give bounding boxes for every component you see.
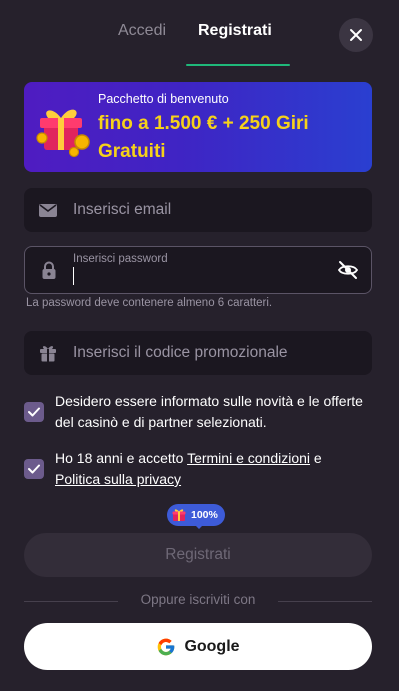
close-icon bbox=[350, 29, 362, 41]
tab-login[interactable]: Accedi bbox=[118, 22, 166, 40]
banner-title: fino a 1.500 € + 250 Giri Gratuiti bbox=[98, 113, 309, 162]
password-field[interactable]: Inserisci password bbox=[24, 246, 372, 294]
welcome-banner[interactable]: Pacchetto di benvenuto fino a 1.500 € + … bbox=[24, 82, 372, 172]
text-caret bbox=[73, 267, 74, 285]
check-icon bbox=[28, 464, 40, 474]
tab-register[interactable]: Registrati bbox=[198, 22, 272, 40]
bonus-badge-text: 100% bbox=[191, 509, 218, 521]
terms-link[interactable]: Termini e condizioni bbox=[187, 450, 310, 466]
active-tab-indicator bbox=[186, 64, 290, 66]
divider-text: Oppure iscriviti con bbox=[140, 592, 256, 607]
terms-prefix: Ho 18 anni e accetto bbox=[55, 450, 188, 466]
email-placeholder: Inserisci email bbox=[73, 201, 172, 218]
register-button[interactable]: Registrati bbox=[24, 533, 372, 577]
close-button[interactable] bbox=[339, 18, 373, 52]
google-signup-button[interactable]: Google bbox=[24, 623, 372, 670]
gift-icon bbox=[36, 109, 90, 158]
marketing-checkbox[interactable] bbox=[24, 402, 44, 422]
marketing-consent-text: Desidero essere informato sulle novità e… bbox=[55, 393, 363, 430]
terms-checkbox[interactable] bbox=[24, 459, 44, 479]
promo-code-field[interactable]: Inserisci il codice promozionale bbox=[24, 331, 372, 375]
gift-box-icon bbox=[40, 346, 56, 362]
eye-off-icon[interactable] bbox=[337, 259, 359, 281]
bonus-badge: 100% bbox=[167, 504, 225, 526]
check-icon bbox=[28, 407, 40, 417]
bonus-badge-tail bbox=[194, 524, 204, 529]
privacy-link[interactable]: Politica sulla privacy bbox=[55, 471, 181, 487]
mail-icon bbox=[39, 204, 57, 217]
terms-consent-text: Ho 18 anni e accetto Termini e condizion… bbox=[55, 448, 365, 490]
divider-line-right bbox=[278, 601, 372, 602]
social-divider: Oppure iscriviti con bbox=[24, 592, 372, 610]
auth-tabs: Accedi Registrati bbox=[0, 0, 399, 68]
terms-and: e bbox=[310, 450, 322, 466]
google-label: Google bbox=[184, 637, 240, 655]
gift-icon bbox=[172, 509, 186, 521]
lock-icon bbox=[42, 261, 56, 279]
password-hint: La password deve contenere almeno 6 cara… bbox=[26, 297, 273, 309]
promo-placeholder: Inserisci il codice promozionale bbox=[73, 344, 288, 361]
password-label: Inserisci password bbox=[73, 253, 168, 265]
google-icon bbox=[158, 638, 175, 655]
banner-subtitle: Pacchetto di benvenuto bbox=[98, 92, 229, 106]
email-field[interactable]: Inserisci email bbox=[24, 188, 372, 232]
